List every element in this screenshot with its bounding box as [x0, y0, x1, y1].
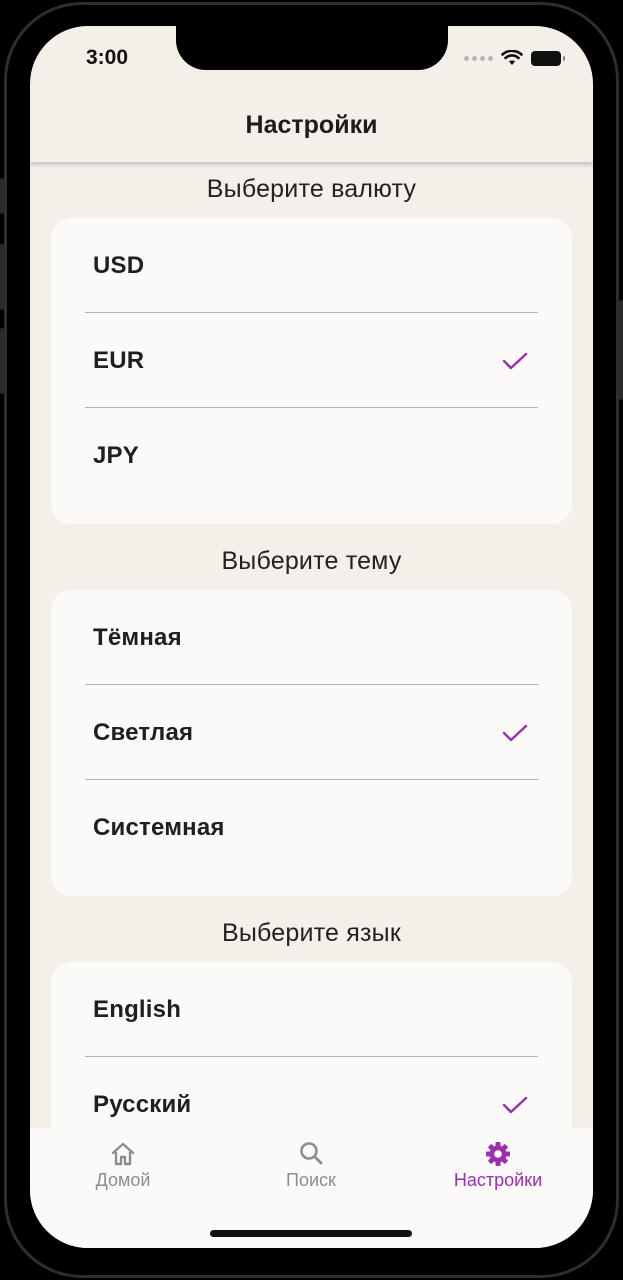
screen: 3:00 Настройки Выберите валюту USD EUR JPY…	[30, 26, 593, 1248]
theme-card: Тёмная Светлая Системная	[51, 590, 572, 896]
currency-option-row[interactable]: JPY	[51, 408, 572, 503]
theme-option-label: Тёмная	[93, 623, 182, 651]
theme-option-label: Светлая	[93, 718, 194, 746]
language-card: English Русский	[51, 962, 572, 1128]
phone-frame: 3:00 Настройки Выберите валюту USD EUR JPY…	[0, 0, 623, 1280]
tab-settings-label: Настройки	[453, 1170, 543, 1190]
theme-section-title: Выберите тему	[221, 547, 402, 575]
volume-down-button	[0, 328, 4, 394]
checkmark-icon	[502, 352, 528, 369]
home-icon	[111, 1142, 135, 1166]
status-time: 3:00	[86, 46, 129, 69]
power-button	[619, 300, 623, 400]
theme-option-row[interactable]: Светлая	[51, 685, 572, 780]
currency-option-label: JPY	[93, 441, 139, 469]
home-indicator	[210, 1230, 412, 1237]
language-option-label: Русский	[93, 1090, 192, 1118]
tab-home[interactable]: Домой	[53, 1140, 193, 1191]
notch	[176, 26, 448, 70]
currency-option-row[interactable]: USD	[51, 218, 572, 313]
page-title: Настройки	[245, 110, 378, 139]
currency-section-title: Выберите валюту	[206, 175, 417, 203]
currency-option-label: USD	[93, 251, 145, 279]
tab-home-label: Домой	[95, 1170, 151, 1190]
language-option-row[interactable]: English	[51, 962, 572, 1057]
language-option-row[interactable]: Русский	[51, 1057, 572, 1128]
nav-header: Настройки	[30, 88, 593, 162]
volume-up-button	[0, 244, 4, 310]
signal-icon	[464, 55, 493, 61]
tab-settings[interactable]: Настройки	[428, 1140, 568, 1191]
theme-option-row[interactable]: Тёмная	[51, 590, 572, 685]
theme-option-label: Системная	[93, 813, 225, 841]
tab-search[interactable]: Поиск	[241, 1140, 381, 1191]
gear-icon	[486, 1142, 510, 1166]
checkmark-icon	[502, 1096, 528, 1113]
wifi-icon	[501, 50, 523, 65]
battery-icon	[531, 50, 565, 66]
theme-option-row[interactable]: Системная	[51, 780, 572, 875]
language-section-title: Выберите язык	[222, 919, 401, 947]
mute-switch	[0, 178, 4, 214]
settings-content[interactable]: Выберите валюту USD EUR JPY Выберите тему …	[30, 162, 593, 1128]
status-icons	[464, 50, 565, 66]
tab-search-label: Поиск	[286, 1170, 336, 1190]
language-option-label: English	[93, 995, 182, 1023]
currency-option-row[interactable]: EUR	[51, 313, 572, 408]
search-icon	[300, 1142, 323, 1165]
tab-bar: Домой Поиск Настройки	[30, 1128, 593, 1248]
currency-card: USD EUR JPY	[51, 218, 572, 524]
checkmark-icon	[502, 724, 528, 741]
currency-option-label: EUR	[93, 346, 145, 374]
